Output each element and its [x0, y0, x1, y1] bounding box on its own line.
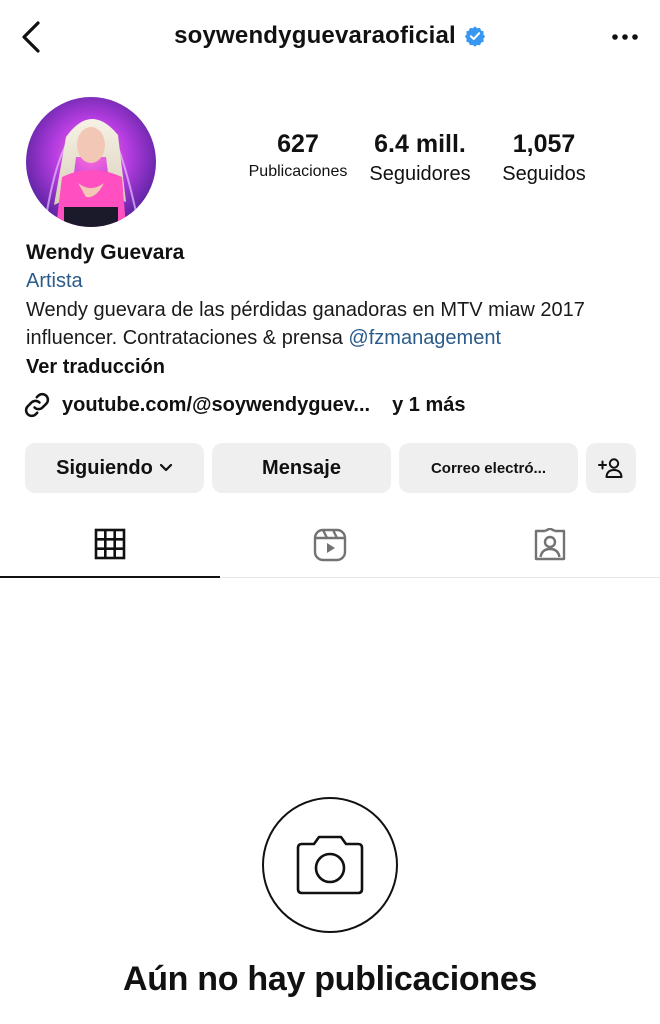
profile-bio: Wendy Guevara Artista Wendy guevara de l… — [26, 240, 636, 382]
tab-posts-grid[interactable] — [0, 512, 220, 578]
followers-count: 6.4 mill. — [374, 130, 466, 158]
verified-badge-icon — [464, 26, 486, 47]
chevron-down-icon — [159, 463, 172, 472]
tab-reels[interactable] — [220, 512, 440, 578]
more-horizontal-icon — [612, 34, 638, 40]
following-button-label: Siguiendo — [56, 456, 153, 479]
profile-avatar[interactable] — [26, 97, 156, 227]
bio-mention-link[interactable]: @fzmanagement — [348, 327, 501, 349]
tagged-icon — [534, 528, 566, 561]
followers-stat[interactable]: 6.4 mill. Seguidores — [360, 130, 480, 186]
following-count: 1,057 — [512, 130, 576, 158]
empty-state-camera — [262, 797, 398, 933]
profile-link-url[interactable]: youtube.com/@soywendyguev... — [62, 394, 370, 417]
camera-icon — [296, 835, 364, 895]
reels-icon — [313, 528, 347, 562]
followers-label: Seguidores — [369, 163, 471, 185]
following-stat[interactable]: 1,057 Seguidos — [492, 130, 596, 186]
more-options-button[interactable] — [608, 22, 642, 52]
profile-link-more[interactable]: y 1 más — [392, 394, 465, 417]
empty-state-title: Aún no hay publicaciones — [122, 960, 538, 998]
posts-count: 627 — [277, 130, 319, 158]
message-button-label: Mensaje — [262, 456, 341, 479]
display-name: Wendy Guevara — [26, 241, 185, 264]
following-label: Seguidos — [502, 163, 586, 185]
following-button[interactable]: Siguiendo — [25, 443, 204, 493]
profile-header: soywendyguevaraoficial — [0, 0, 660, 74]
bio-text: Wendy guevara de las pérdidas ganadoras … — [26, 296, 636, 352]
tab-tagged[interactable] — [440, 512, 660, 578]
grid-icon — [94, 528, 126, 560]
see-translation-link[interactable]: Ver traducción — [26, 352, 165, 382]
link-icon — [24, 392, 50, 418]
message-button[interactable]: Mensaje — [212, 443, 391, 493]
posts-stat[interactable]: 627 Publicaciones — [240, 130, 356, 181]
email-button-label: Correo electró... — [430, 459, 547, 477]
profile-username: soywendyguevaraoficial — [174, 22, 456, 49]
profile-category: Artista — [26, 270, 83, 292]
email-button[interactable]: Correo electró... — [399, 443, 578, 493]
suggest-users-button[interactable] — [586, 443, 636, 493]
add-person-icon — [598, 458, 623, 478]
posts-label: Publicaciones — [248, 163, 348, 180]
profile-link[interactable]: youtube.com/@soywendyguev... y 1 más — [22, 390, 465, 420]
profile-tabs — [0, 512, 660, 578]
